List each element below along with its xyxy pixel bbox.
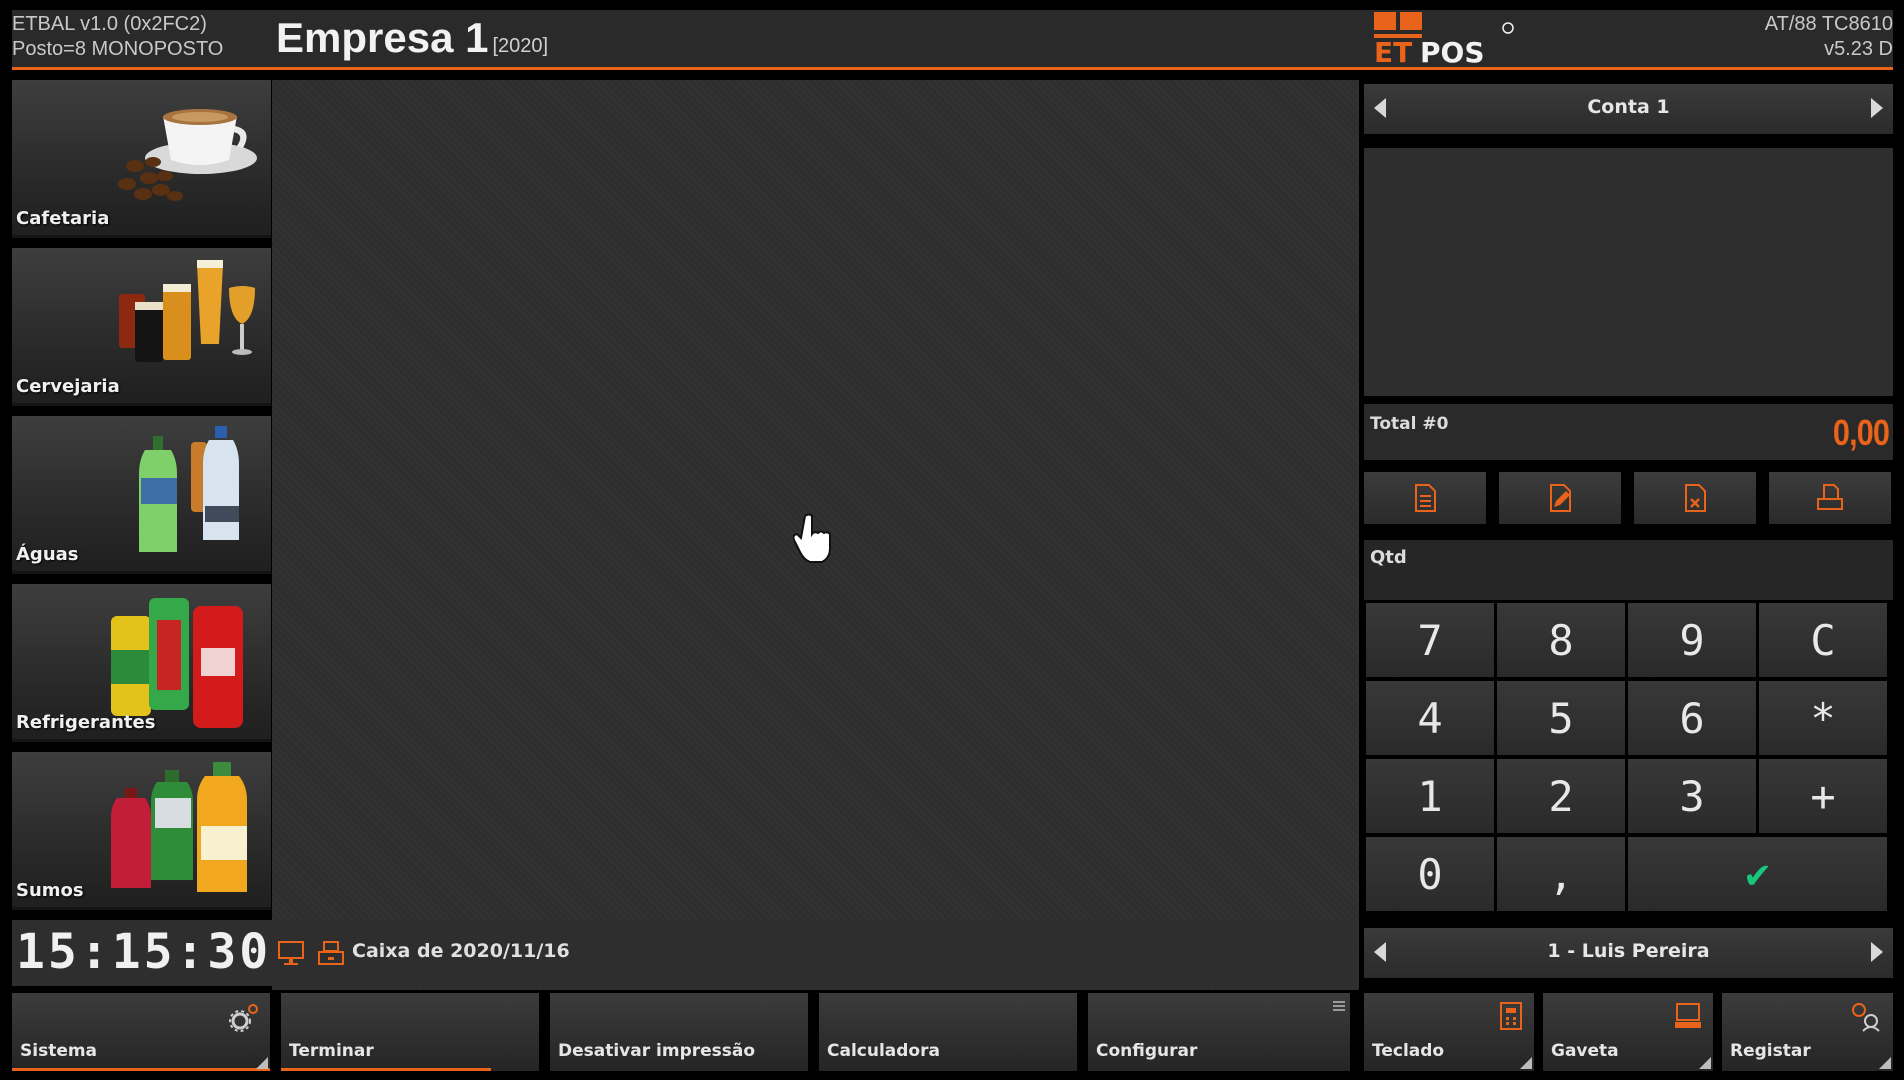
station-info: Posto=8 MONOPOSTO [12,38,224,60]
key-plus[interactable]: + [1759,759,1887,833]
delete-document-button[interactable] [1634,472,1756,524]
key-9[interactable]: 9 [1628,603,1756,677]
active-indicator [12,1068,270,1071]
key-2[interactable]: 2 [1497,759,1625,833]
system-id: ETBAL v1.0 (0x2FC2) [12,13,207,35]
cash-register-icon[interactable] [316,938,346,968]
order-items-list[interactable] [1364,148,1893,396]
account-selector: Conta 1 [1364,84,1893,134]
gaveta-label: Gaveta [1551,1041,1619,1061]
next-account-arrow-icon[interactable] [1871,98,1883,118]
juice-bottles-image [111,762,247,892]
key-confirm[interactable]: ✔ [1628,837,1887,911]
teclado-button[interactable]: Teclado [1364,993,1534,1071]
key-clear[interactable]: C [1759,603,1887,677]
key-3[interactable]: 3 [1628,759,1756,833]
etpos-logo: ET POS [1374,12,1514,66]
calculadora-label: Calculadora [827,1041,940,1061]
teclado-label: Teclado [1372,1041,1445,1061]
company-title: Empresa 1 [2020] [276,14,548,70]
operator-selector: 1 - Luis Pereira [1364,928,1893,978]
quantity-display: Qtd [1364,540,1893,600]
system-info: ETBAL v1.0 (0x2FC2) Posto=8 MONOPOSTO [12,12,223,62]
key-multiply[interactable]: * [1759,681,1887,755]
configurar-label: Configurar [1096,1041,1198,1061]
operator-name: 1 - Luis Pereira [1547,940,1710,962]
registar-label: Registar [1730,1041,1811,1061]
user-search-icon [1852,1003,1880,1032]
corner-indicator [1879,1057,1891,1069]
category-label: Cafetaria [16,208,110,229]
print-document-icon [1817,484,1843,510]
key-1[interactable]: 1 [1366,759,1494,833]
logo-text-pos: POS [1420,36,1485,66]
coffee-cup-image [118,109,257,201]
active-indicator [281,1068,491,1071]
total-value: 0,00 [1832,412,1890,453]
category-label: Sumos [16,880,84,901]
menu-icon [1333,1001,1345,1011]
corner-indicator [1699,1057,1711,1069]
water-bottles-image [139,426,239,552]
keyboard-icon [1500,1002,1522,1030]
total-row: Total #0 0,00 [1364,404,1893,460]
category-refrigerantes[interactable]: Refrigerantes [12,584,271,742]
key-7[interactable]: 7 [1366,603,1494,677]
category-label: Refrigerantes [16,712,156,733]
caixa-date: Caixa de 2020/11/16 [352,940,570,962]
logo-text-et: ET [1374,36,1412,66]
registar-button[interactable]: Registar [1722,993,1893,1071]
category-cafetaria[interactable]: Cafetaria [12,80,271,238]
drawer-icon [1675,1003,1701,1028]
terminar-label: Terminar [289,1041,374,1061]
total-label: Total #0 [1370,414,1449,434]
category-label: Cervejaria [16,376,120,397]
delete-document-icon [1685,484,1706,512]
print-document-button[interactable] [1769,472,1891,524]
terminar-button[interactable]: Terminar [281,993,539,1071]
desativar-impressao-button[interactable]: Desativar impressão [550,993,808,1071]
calculadora-button[interactable]: Calculadora [819,993,1077,1071]
edit-document-icon [1550,484,1571,512]
sistema-button[interactable]: Sistema [12,993,270,1071]
document-list-icon [1415,484,1436,512]
category-aguas[interactable]: Águas [12,416,271,574]
key-6[interactable]: 6 [1628,681,1756,755]
beer-glasses-image [119,260,255,362]
key-4[interactable]: 4 [1366,681,1494,755]
key-comma[interactable]: , [1497,837,1625,911]
key-0[interactable]: 0 [1366,837,1494,911]
soda-cans-image [111,598,243,728]
edit-document-button[interactable] [1499,472,1621,524]
top-header: ETBAL v1.0 (0x2FC2) Posto=8 MONOPOSTO Em… [12,10,1893,70]
monitor-icon[interactable] [276,938,306,968]
key-8[interactable]: 8 [1497,603,1625,677]
category-cervejaria[interactable]: Cervejaria [12,248,271,406]
clock: 15:15:30 [16,924,272,980]
software-version: v5.23 D [1824,38,1893,60]
corner-indicator [1520,1057,1532,1069]
hand-cursor-icon [793,513,831,563]
category-sumos[interactable]: Sumos [12,752,271,910]
gear-icon [229,1004,258,1032]
qtd-label: Qtd [1370,547,1407,568]
desativar-impressao-label: Desativar impressão [558,1041,756,1061]
company-year: [2020] [492,35,549,57]
numeric-keypad: 7 8 9 C 4 5 6 * 1 2 3 + 0 , ✔ [1364,603,1893,913]
pos-screen: ETBAL v1.0 (0x2FC2) Posto=8 MONOPOSTO Em… [0,0,1904,1080]
gaveta-button[interactable]: Gaveta [1543,993,1713,1071]
status-row: 15:15:30 Caixa de 2020/11/16 [12,920,1357,986]
document-list-button[interactable] [1364,472,1486,524]
key-5[interactable]: 5 [1497,681,1625,755]
corner-indicator [256,1057,268,1069]
company-name: Empresa 1 [276,14,489,61]
configurar-button[interactable]: Configurar [1088,993,1350,1071]
category-label: Águas [16,544,79,565]
sistema-label: Sistema [20,1041,98,1061]
next-operator-arrow-icon[interactable] [1871,942,1883,962]
terminal-id: AT/88 TC8610 [1764,13,1893,35]
account-title: Conta 1 [1587,96,1670,118]
version-info: AT/88 TC8610 v5.23 D [1765,12,1893,62]
